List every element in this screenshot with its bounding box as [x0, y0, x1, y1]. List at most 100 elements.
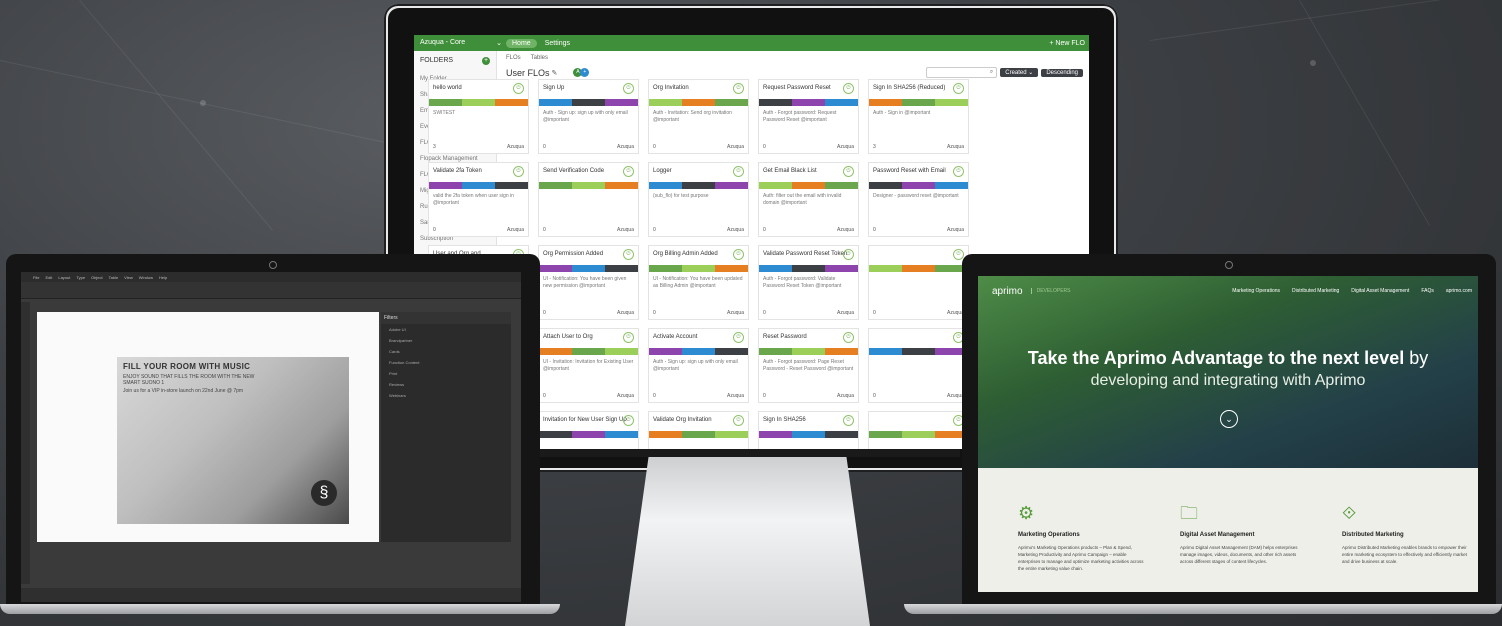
power-toggle-icon[interactable]: ⏻	[733, 166, 744, 177]
card-description	[759, 438, 858, 446]
power-toggle-icon[interactable]: ⏻	[843, 332, 854, 343]
power-toggle-icon[interactable]: ⏻	[623, 332, 634, 343]
power-toggle-icon[interactable]: ⏻	[843, 83, 854, 94]
power-toggle-icon[interactable]: ⏻	[953, 83, 964, 94]
flo-card[interactable]: Get Email Black List ⏻ Auth: filter out th…	[758, 162, 859, 237]
folders-header: FOLDERS +	[414, 51, 496, 71]
edit-pencil-icon[interactable]: ✎	[552, 69, 558, 77]
library-item[interactable]: Cards	[381, 346, 511, 357]
title-row: User FLOs ✎ A + ⌕ Created ⌄ Descending	[500, 65, 1089, 80]
flo-card[interactable]: ⏻	[868, 411, 969, 449]
add-folder-icon[interactable]: +	[482, 57, 490, 65]
power-toggle-icon[interactable]: ⏻	[623, 83, 634, 94]
nav-link[interactable]: Marketing Operations	[1232, 288, 1280, 294]
flo-card[interactable]: ⏻ 0 Azuqua	[868, 245, 969, 320]
aprimo-logo[interactable]: aprimo	[992, 286, 1023, 297]
subtab-tables[interactable]: Tables	[531, 55, 548, 61]
flo-card[interactable]: Password Reset with Email ⏻ Designer - pas…	[868, 162, 969, 237]
indesign-page[interactable]: FILL YOUR ROOM WITH MUSIC ENJOY SOUND TH…	[117, 357, 349, 524]
flo-card[interactable]: Request Password Reset ⏻ Auth - Forgot pas…	[758, 79, 859, 154]
add-member-icon[interactable]: +	[580, 68, 590, 77]
hero-headline: Take the Aprimo Advantage to the next le…	[978, 348, 1478, 369]
subtabs: FLOs Tables	[500, 51, 1089, 65]
menu-item[interactable]: Edit	[45, 275, 52, 280]
tab-settings[interactable]: Settings	[545, 40, 570, 47]
flo-card[interactable]: ⏻ 0 Azuqua	[868, 328, 969, 403]
sort-select[interactable]: Created ⌄	[1000, 68, 1039, 77]
menu-item[interactable]: Window	[139, 275, 153, 280]
card-count: 0	[543, 393, 546, 399]
library-item[interactable]: Print	[381, 368, 511, 379]
flo-card[interactable]: hello world ⏻ SWITEST 3 Azuqua	[428, 79, 529, 154]
card-owner: Azuqua	[617, 310, 634, 316]
power-toggle-icon[interactable]: ⏻	[843, 249, 854, 260]
flo-card[interactable]: Validate 2fa Token ⏻ valid the 2fa token w…	[428, 162, 529, 237]
libraries-panel: Filters Adobe UI Brandpartner Cards Functio…	[381, 312, 511, 542]
flo-card[interactable]: Activate Account ⏻ Auth - Sign up: sign up…	[648, 328, 749, 403]
nav-link[interactable]: FAQs	[1421, 288, 1434, 294]
library-item[interactable]: Webinars	[381, 390, 511, 401]
flo-card[interactable]: Org Invitation ⏻ Auth - Invitation: Send o…	[648, 79, 749, 154]
flo-card[interactable]: Validate Password Reset Token ⏻ Auth - For…	[758, 245, 859, 320]
power-toggle-icon[interactable]: ⏻	[733, 332, 744, 343]
card-step-bar	[539, 182, 638, 189]
power-toggle-icon[interactable]: ⏻	[843, 166, 854, 177]
library-item[interactable]: Function Content	[381, 357, 511, 368]
power-toggle-icon[interactable]: ⏻	[953, 166, 964, 177]
flo-card[interactable]: Org Permission Added ⏻ UI - Notification: …	[538, 245, 639, 320]
tab-home[interactable]: Home	[506, 38, 537, 48]
nav-link[interactable]: Distributed Marketing	[1292, 288, 1339, 294]
power-toggle-icon[interactable]: ⏻	[733, 83, 744, 94]
library-item[interactable]: Brandpartner	[381, 335, 511, 346]
flo-card[interactable]: Attach User to Org ⏻ UI - Invitation: Invi…	[538, 328, 639, 403]
card-description	[649, 438, 748, 446]
new-flo-button[interactable]: + New FLO	[1049, 40, 1085, 47]
flo-card[interactable]: Org Billing Admin Added ⏻ UI - Notificatio…	[648, 245, 749, 320]
power-toggle-icon[interactable]: ⏻	[733, 249, 744, 260]
flo-card[interactable]: Reset Password ⏻ Auth - Forgot password: P…	[758, 328, 859, 403]
menu-item[interactable]: Type	[76, 275, 85, 280]
power-toggle-icon[interactable]: ⏻	[623, 249, 634, 260]
card-footer: 0Azuqua	[873, 393, 964, 399]
card-step-bar	[429, 99, 528, 106]
step-segment	[572, 348, 605, 355]
subtab-flos[interactable]: FLOs	[506, 55, 521, 61]
scroll-down-icon[interactable]: ⌄	[1220, 410, 1238, 428]
power-toggle-icon[interactable]: ⏻	[843, 415, 854, 426]
org-switcher[interactable]: Azuqua - Core ⌄	[414, 39, 502, 47]
search-input[interactable]: ⌕	[926, 67, 998, 78]
power-toggle-icon[interactable]: ⏻	[513, 166, 524, 177]
flo-card[interactable]: Invitation for New User Sign Up ⏻	[538, 411, 639, 449]
step-segment	[902, 99, 935, 106]
flo-card[interactable]: Sign In SHA256 ⏻	[758, 411, 859, 449]
flo-card[interactable]: Logger ⏻ (sub_flo) for test purpose 0 Azuqua	[648, 162, 749, 237]
power-toggle-icon[interactable]: ⏻	[513, 83, 524, 94]
section-label: DEVELOPERS	[1030, 288, 1070, 294]
menu-item[interactable]: Table	[109, 275, 119, 280]
flo-card[interactable]: Send Verification Code ⏻ 0 Azuqua	[538, 162, 639, 237]
step-segment	[715, 348, 748, 355]
menu-item[interactable]: Object	[91, 275, 103, 280]
card-step-bar	[869, 348, 968, 355]
step-segment	[792, 431, 825, 438]
power-toggle-icon[interactable]: ⏻	[623, 166, 634, 177]
card-description: Auth - Sign in @important	[873, 110, 931, 116]
flo-card[interactable]: Validate Org Invitation ⏻	[648, 411, 749, 449]
order-select[interactable]: Descending	[1041, 68, 1083, 77]
menu-item[interactable]: Layout	[58, 275, 70, 280]
nav-link[interactable]: aprimo.com	[1446, 288, 1472, 294]
product-column: ⚙ Marketing Operations Aprimo's Marketing …	[1018, 502, 1144, 572]
library-item[interactable]: Reviews	[381, 379, 511, 390]
flo-card[interactable]: Sign Up ⏻ Auth - Sign up: sign up with onl…	[538, 79, 639, 154]
power-toggle-icon[interactable]: ⏻	[623, 415, 634, 426]
nav-link[interactable]: Digital Asset Management	[1351, 288, 1409, 294]
menu-item[interactable]: File	[33, 275, 39, 280]
card-owner: Azuqua	[617, 393, 634, 399]
card-count: 0	[433, 227, 436, 233]
menu-item[interactable]: Help	[159, 275, 167, 280]
power-toggle-icon[interactable]: ⏻	[733, 415, 744, 426]
library-item[interactable]: Adobe UI	[381, 324, 511, 335]
flo-card[interactable]: Sign In SHA256 (Reduced) ⏻ Auth - Sign in …	[868, 79, 969, 154]
card-description: (sub_flo) for test purpose	[653, 193, 709, 199]
menu-item[interactable]: View	[124, 275, 133, 280]
